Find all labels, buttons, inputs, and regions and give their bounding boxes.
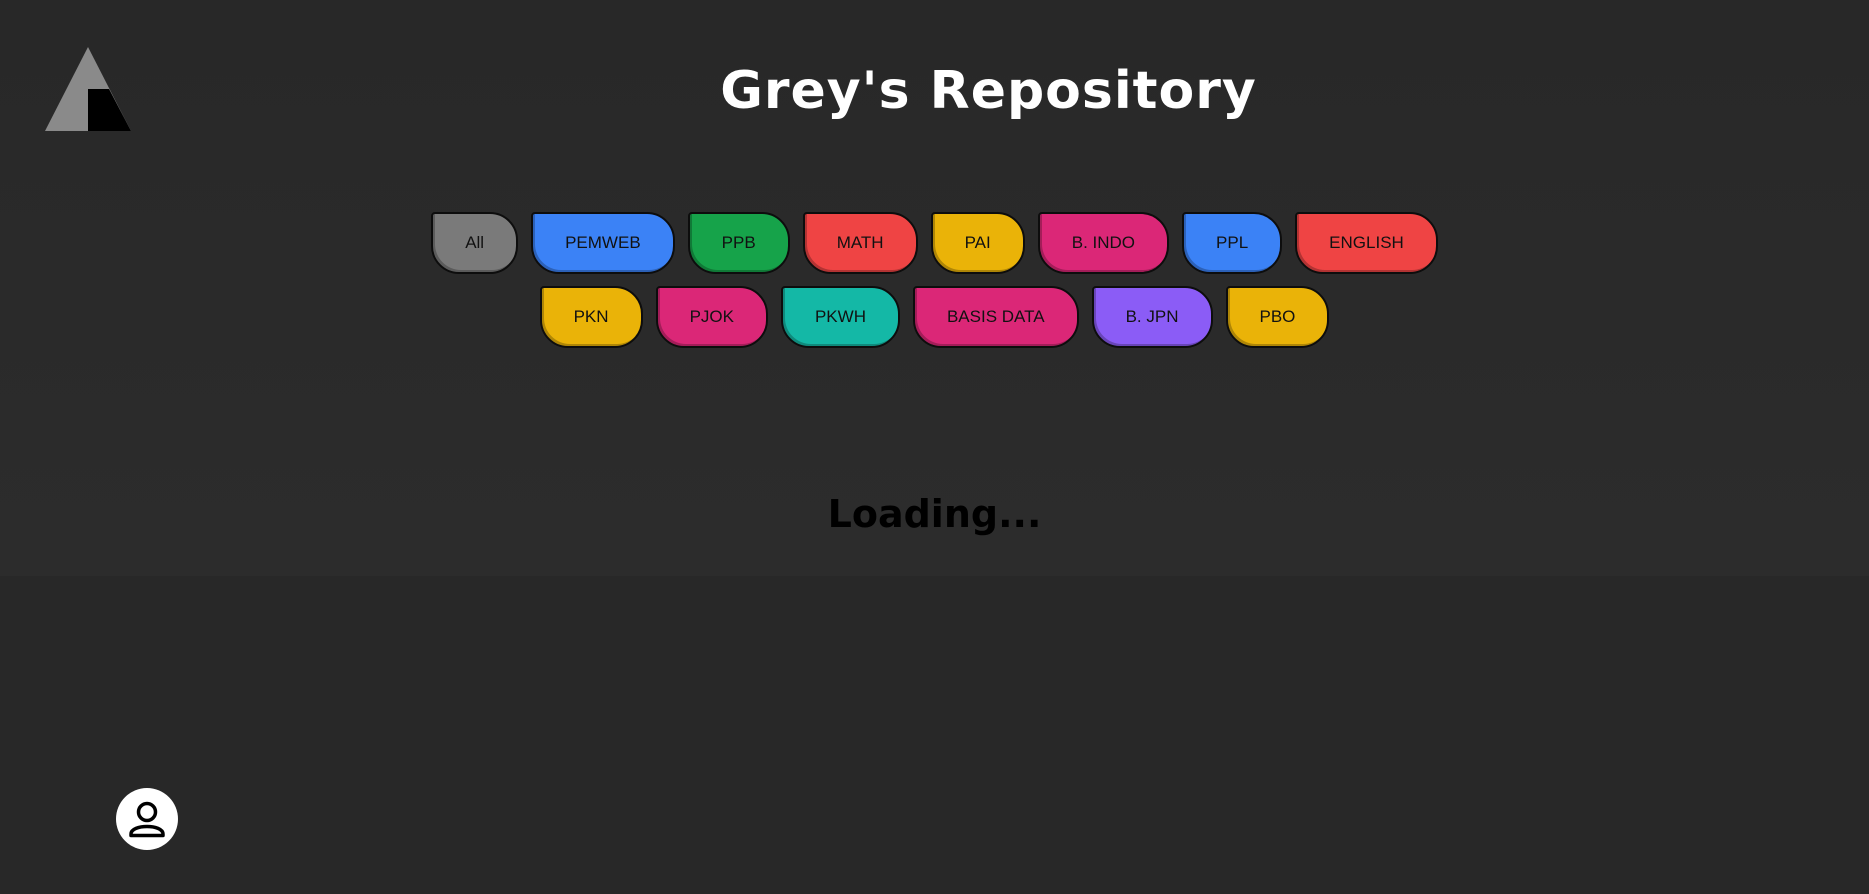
filter-chip-pbo[interactable]: PBO bbox=[1225, 286, 1330, 348]
filter-chip-basis-data[interactable]: BASIS DATA bbox=[912, 286, 1079, 348]
filter-chip-pjok[interactable]: PJOK bbox=[655, 286, 768, 348]
page-title: Grey's Repository bbox=[720, 61, 1257, 121]
profile-button[interactable] bbox=[116, 788, 178, 850]
filter-row: PKN PJOK PKWH BASIS DATA B. JPN PBO bbox=[0, 286, 1869, 348]
filter-chip-pemweb[interactable]: PEMWEB bbox=[531, 212, 675, 274]
filter-chip-b-indo[interactable]: B. INDO bbox=[1037, 212, 1170, 274]
subject-filter-bar: All PEMWEB PPB MATH PAI B. INDO PPL ENGLISH PKN P… bbox=[0, 212, 1869, 360]
filter-chip-pkn[interactable]: PKN bbox=[539, 286, 643, 348]
filter-chip-pkwh[interactable]: PKWH bbox=[780, 286, 900, 348]
filter-chip-english[interactable]: ENGLISH bbox=[1295, 212, 1438, 274]
filter-chip-pai[interactable]: PAI bbox=[930, 212, 1025, 274]
filter-chip-ppb[interactable]: PPB bbox=[687, 212, 790, 274]
filter-row: All PEMWEB PPB MATH PAI B. INDO PPL ENGLISH bbox=[0, 212, 1869, 274]
filter-chip-math[interactable]: MATH bbox=[802, 212, 918, 274]
user-icon bbox=[129, 801, 165, 838]
filter-chip-b-jpn[interactable]: B. JPN bbox=[1091, 286, 1213, 348]
filter-chip-all[interactable]: All bbox=[431, 212, 519, 274]
page: Grey's Repository All PEMWEB PPB MATH PAI B. … bbox=[0, 0, 1869, 894]
filter-chip-ppl[interactable]: PPL bbox=[1182, 212, 1283, 274]
loading-status: Loading... bbox=[827, 492, 1042, 536]
